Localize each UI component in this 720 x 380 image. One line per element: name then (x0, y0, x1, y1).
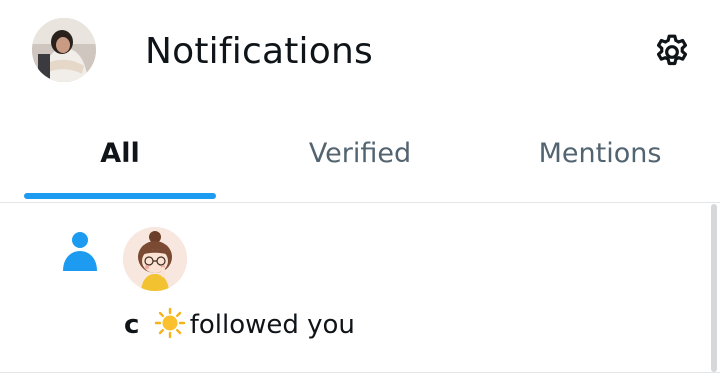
page-title: Notifications (145, 31, 373, 72)
notification-text: c followed you (124, 307, 355, 343)
active-tab-indicator (24, 193, 216, 199)
sun-icon (154, 307, 185, 339)
scrollbar[interactable] (711, 204, 717, 372)
notification-item[interactable]: c followed you (0, 203, 708, 372)
tab-all[interactable]: All (24, 118, 216, 202)
tab-verified-label: Verified (308, 138, 412, 169)
notification-action: followed you (189, 310, 355, 340)
avatar[interactable] (32, 18, 96, 82)
settings-button[interactable] (648, 28, 696, 76)
person-icon (63, 232, 97, 271)
tab-bar: All Verified Mentions (0, 118, 720, 202)
tab-verified[interactable]: Verified (264, 118, 456, 202)
notification-user-name[interactable]: c (124, 310, 139, 340)
tab-all-label: All (100, 138, 140, 169)
tab-mentions-label: Mentions (538, 138, 662, 169)
tab-mentions[interactable]: Mentions (504, 118, 696, 202)
row-divider (0, 372, 720, 373)
follower-avatar-illustration-icon (123, 227, 187, 291)
gear-icon (656, 34, 688, 66)
follower-avatar[interactable] (123, 227, 187, 291)
avatar-photo-icon (32, 18, 96, 82)
